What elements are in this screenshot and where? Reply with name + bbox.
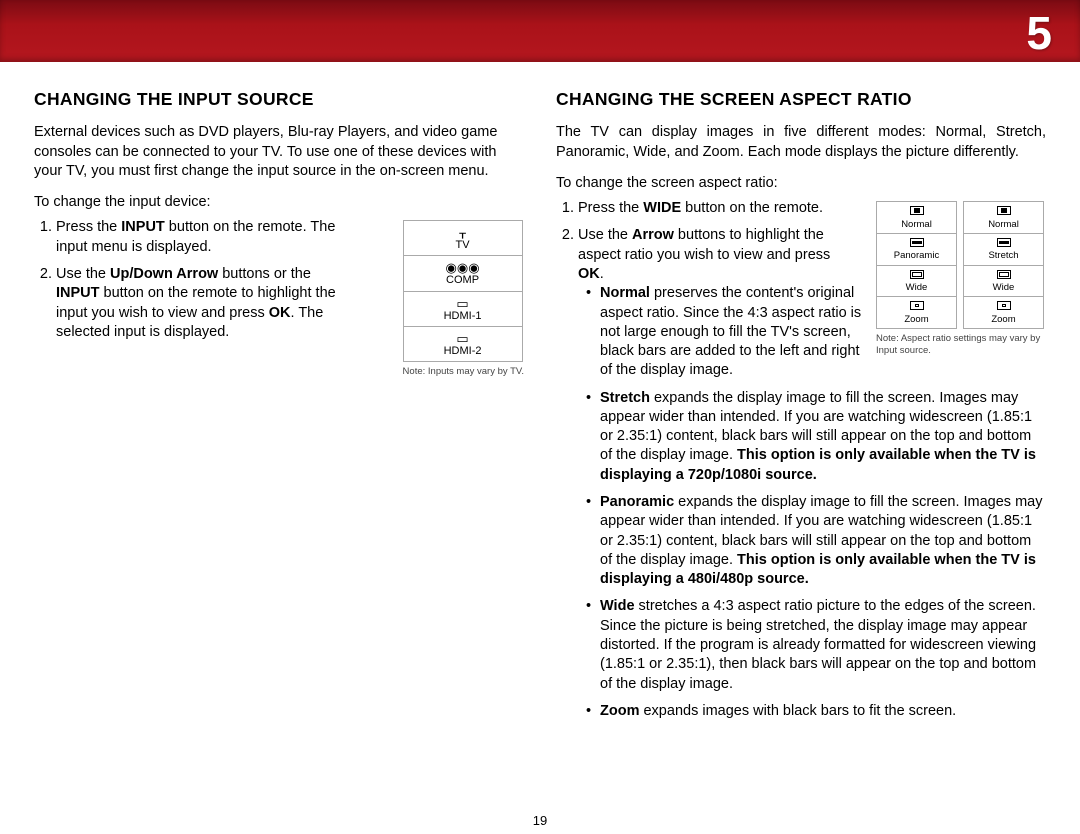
input-step-1: Press the INPUT button on the remote. Th… — [56, 218, 336, 257]
aspect-item-normal-2: Normal — [964, 202, 1044, 234]
aspect-item-normal: Normal — [877, 202, 957, 234]
aspect-normal-icon — [997, 206, 1011, 215]
lead-input-source: To change the input device: — [34, 193, 524, 212]
bullet-stretch: Stretch expands the display image to fil… — [600, 389, 1046, 485]
aspect-item-wide: Wide — [877, 265, 957, 297]
aspect-wide-icon — [910, 270, 924, 279]
page-content: CHANGING THE INPUT SOURCE External devic… — [0, 80, 1080, 814]
aspect-figure: Normal Panoramic Wide Zoom Normal Stretc… — [876, 201, 1046, 357]
bullet-normal: Normal preserves the content's original … — [600, 284, 880, 380]
aspect-stretch-icon — [997, 238, 1011, 247]
aspect-step-1: Press the WIDE button on the remote. — [578, 199, 858, 218]
chapter-header: 5 — [0, 0, 1080, 62]
intro-aspect-ratio: The TV can display images in five differ… — [556, 123, 1046, 162]
aspect-item-stretch: Stretch — [964, 233, 1044, 265]
heading-input-source: CHANGING THE INPUT SOURCE — [34, 88, 524, 111]
input-menu-figure: ᚁTV ◉◉◉COMP ▭HDMI-1 ▭HDMI-2 Note: Inputs… — [403, 220, 524, 377]
bullet-zoom: Zoom expands images with black bars to f… — [600, 702, 1046, 721]
aspect-item-panoramic: Panoramic — [877, 233, 957, 265]
antenna-icon: ᚁ — [404, 223, 522, 239]
aspect-item-zoom: Zoom — [877, 297, 957, 329]
input-menu-item-comp: ◉◉◉COMP — [403, 256, 522, 291]
input-menu: ᚁTV ◉◉◉COMP ▭HDMI-1 ▭HDMI-2 — [403, 220, 523, 361]
hdmi-icon: ▭ — [404, 329, 522, 345]
heading-aspect-ratio: CHANGING THE SCREEN ASPECT RATIO — [556, 88, 1046, 111]
chapter-number: 5 — [1026, 6, 1052, 60]
input-menu-item-hdmi1: ▭HDMI-1 — [403, 291, 522, 326]
aspect-item-zoom-2: Zoom — [964, 297, 1044, 329]
aspect-normal-icon — [910, 206, 924, 215]
aspect-item-wide-2: Wide — [964, 265, 1044, 297]
bullet-panoramic: Panoramic expands the display image to f… — [600, 493, 1046, 589]
footer-page-number: 19 — [0, 813, 1080, 828]
aspect-note: Note: Aspect ratio settings may vary by … — [876, 333, 1046, 357]
aspect-zoom-icon — [997, 301, 1011, 310]
aspect-wide-icon — [997, 270, 1011, 279]
column-spacer — [34, 350, 524, 710]
lead-aspect-ratio: To change the screen aspect ratio: — [556, 174, 1046, 193]
input-step-2: Use the Up/Down Arrow buttons or the INP… — [56, 265, 336, 342]
intro-input-source: External devices such as DVD players, Bl… — [34, 123, 524, 181]
bullet-wide: Wide stretches a 4:3 aspect ratio pictur… — [600, 597, 1046, 693]
hdmi-icon: ▭ — [404, 294, 522, 310]
aspect-panoramic-icon — [910, 238, 924, 247]
aspect-col-2: Normal Stretch Wide Zoom — [963, 201, 1044, 329]
aspect-zoom-icon — [910, 301, 924, 310]
component-icon: ◉◉◉ — [404, 258, 522, 274]
input-menu-note: Note: Inputs may vary by TV. — [403, 366, 524, 378]
aspect-col-1: Normal Panoramic Wide Zoom — [876, 201, 957, 329]
input-menu-item-hdmi2: ▭HDMI-2 — [403, 326, 522, 361]
input-menu-item-tv: ᚁTV — [403, 221, 522, 256]
